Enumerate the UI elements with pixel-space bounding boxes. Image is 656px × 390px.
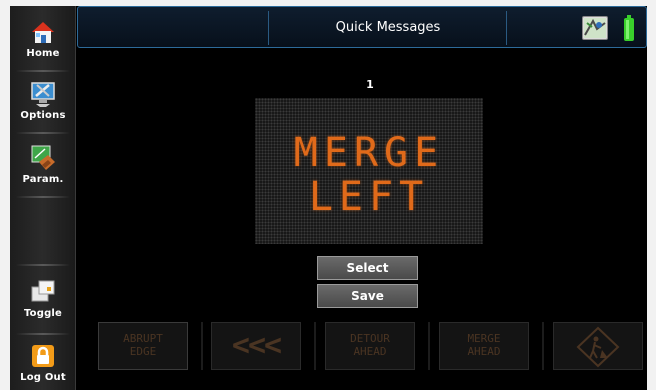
quick-divider [201, 322, 203, 370]
home-icon [32, 22, 54, 43]
map-button[interactable] [582, 16, 608, 40]
map-icon [584, 18, 606, 38]
quick-message-line: MERGE [467, 332, 501, 345]
sidebar-item-label: Log Out [20, 372, 66, 383]
battery-icon [624, 15, 634, 41]
message-number: 1 [366, 78, 374, 91]
quick-message-worker-sign[interactable] [553, 322, 643, 370]
sidebar-item-home[interactable]: Home [10, 18, 76, 59]
parameters-icon [31, 145, 55, 170]
options-icon [31, 82, 55, 107]
sidebar-item-label: Options [20, 110, 66, 121]
sidebar-item-label: Param. [22, 174, 64, 185]
sidebar-divider [16, 70, 70, 72]
quick-divider [314, 322, 316, 370]
sidebar-divider [16, 132, 70, 134]
sidebar-item-parameters[interactable]: Param. [10, 144, 76, 185]
lock-icon [32, 345, 54, 367]
quick-divider [542, 322, 544, 370]
sidebar-divider [16, 196, 70, 198]
sidebar-item-toggle[interactable]: Toggle [10, 278, 76, 319]
quick-message-merge-ahead[interactable]: MERGE AHEAD [439, 322, 529, 370]
quick-message-line: AHEAD [353, 345, 387, 358]
quick-message-line: ABRUPT [123, 332, 163, 345]
sign-line-1: MERGE [293, 130, 445, 176]
worker-sign-icon [576, 326, 620, 368]
page-title: Quick Messages [335, 20, 441, 35]
sign-line-2: LEFT [308, 174, 430, 220]
select-button[interactable]: Select [317, 256, 418, 280]
device-screen: Home Options Param. Toggle Log Out Quick… [10, 6, 647, 390]
sidebar-item-options[interactable]: Options [10, 80, 76, 121]
quick-message-arrows[interactable]: <<< [211, 322, 301, 370]
quick-message-line: DETOUR [350, 332, 390, 345]
quick-message-abrupt-edge[interactable]: ABRUPT EDGE [98, 322, 188, 370]
sidebar-divider [16, 264, 70, 266]
sidebar-item-logout[interactable]: Log Out [10, 342, 76, 383]
save-button[interactable]: Save [317, 284, 418, 308]
quick-message-line: <<< [231, 328, 282, 363]
sign-preview: MERGE LEFT [255, 98, 483, 244]
quick-message-detour-ahead[interactable]: DETOUR AHEAD [325, 322, 415, 370]
header-bar: Quick Messages [77, 6, 647, 48]
quick-message-line: EDGE [129, 345, 157, 358]
quick-message-line: AHEAD [467, 345, 501, 358]
sidebar-item-label: Home [26, 48, 60, 59]
toggle-icon [31, 280, 55, 302]
quick-divider [428, 322, 430, 370]
sidebar-item-label: Toggle [23, 308, 63, 319]
sidebar: Home Options Param. Toggle Log Out [10, 6, 76, 390]
sidebar-divider [16, 333, 70, 335]
